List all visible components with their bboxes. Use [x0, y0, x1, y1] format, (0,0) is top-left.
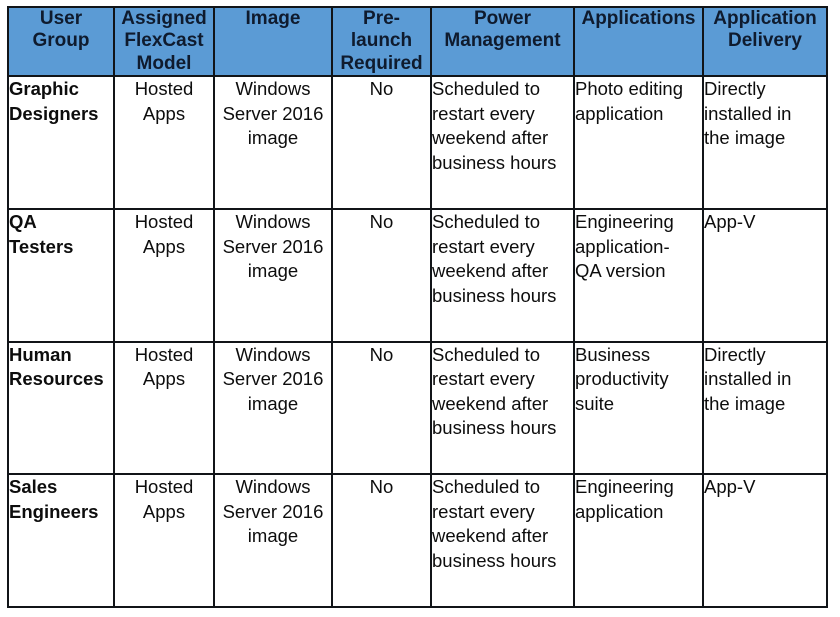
cell-applications: Engineering application- QA version: [573, 207, 704, 343]
cell-power-management-text: Scheduled to restart every weekend after…: [432, 476, 557, 572]
cell-user-group: Sales Engineers: [7, 473, 115, 608]
table-row: Sales Engineers Hosted Apps Windows Serv…: [7, 473, 828, 608]
cell-application-delivery-text: App-V: [704, 210, 756, 232]
cell-image-text: Windows Server 2016 image: [222, 78, 324, 149]
cell-power-management: Scheduled to restart every weekend after…: [430, 340, 575, 476]
cell-application-delivery: App-V: [702, 473, 828, 608]
column-header-power-management: Power Management: [430, 5, 575, 78]
table-row: QA Testers Hosted Apps Windows Server 20…: [7, 207, 828, 343]
cell-prelaunch: No: [331, 473, 432, 608]
cell-applications-text: Engineering application- QA version: [575, 210, 674, 282]
cell-power-management: Scheduled to restart every weekend after…: [430, 75, 575, 210]
user-group-matrix-container: User Group Assigned FlexCast Model Image…: [7, 5, 828, 608]
cell-flexcast-model: Hosted Apps: [113, 340, 215, 476]
cell-application-delivery: Directly installed in the image: [702, 75, 828, 210]
column-header-pre-launch-required: Pre- launch Required: [331, 5, 432, 78]
cell-power-management-text: Scheduled to restart every weekend after…: [432, 210, 557, 306]
table-header-row: User Group Assigned FlexCast Model Image…: [7, 5, 828, 78]
cell-image: Windows Server 2016 image: [213, 207, 333, 343]
cell-application-delivery: App-V: [702, 207, 828, 343]
cell-prelaunch: No: [331, 207, 432, 343]
cell-application-delivery-text: Directly installed in the image: [704, 343, 792, 414]
cell-power-management-text: Scheduled to restart every weekend after…: [432, 78, 557, 173]
column-header-user-group-label: User Group: [32, 8, 90, 52]
cell-applications-text: Engineering application: [575, 476, 674, 522]
user-group-configuration-table: User Group Assigned FlexCast Model Image…: [7, 5, 828, 608]
cell-power-management: Scheduled to restart every weekend after…: [430, 207, 575, 343]
cell-prelaunch-text: No: [369, 343, 394, 365]
cell-prelaunch-text: No: [369, 476, 394, 498]
cell-applications-text: Photo editing application: [575, 78, 684, 124]
table-row: Graphic Designers Hosted Apps Windows Se…: [7, 75, 828, 210]
column-header-image: Image: [213, 5, 333, 78]
cell-flexcast-model: Hosted Apps: [113, 75, 215, 210]
cell-image: Windows Server 2016 image: [213, 340, 333, 476]
cell-prelaunch: No: [331, 75, 432, 210]
cell-flexcast-model: Hosted Apps: [113, 473, 215, 608]
cell-flexcast-model-text: Hosted Apps: [134, 210, 194, 257]
cell-user-group: QA Testers: [7, 207, 115, 343]
cell-power-management: Scheduled to restart every weekend after…: [430, 473, 575, 608]
cell-user-group: Graphic Designers: [7, 75, 115, 210]
cell-flexcast-model: Hosted Apps: [113, 207, 215, 343]
cell-image-text: Windows Server 2016 image: [222, 476, 324, 547]
column-header-application-delivery-label: Application Delivery: [713, 8, 817, 52]
cell-image-text: Windows Server 2016 image: [222, 210, 324, 282]
cell-user-group-text: Sales Engineers: [9, 476, 99, 522]
cell-applications: Business productivity suite: [573, 340, 704, 476]
cell-image-text: Windows Server 2016 image: [222, 343, 324, 414]
cell-prelaunch-text: No: [369, 210, 394, 232]
cell-flexcast-model-text: Hosted Apps: [134, 78, 194, 124]
cell-application-delivery-text: Directly installed in the image: [704, 78, 792, 149]
cell-flexcast-model-text: Hosted Apps: [134, 343, 194, 390]
cell-applications: Engineering application: [573, 473, 704, 608]
cell-user-group-text: Human Resources: [9, 343, 104, 390]
cell-prelaunch-text: No: [369, 78, 394, 100]
cell-user-group-text: Graphic Designers: [9, 78, 99, 124]
cell-flexcast-model-text: Hosted Apps: [134, 476, 194, 522]
column-header-application-delivery: Application Delivery: [702, 5, 828, 78]
column-header-applications-label: Applications: [581, 8, 696, 29]
cell-user-group-text: QA Testers: [9, 210, 74, 257]
cell-image: Windows Server 2016 image: [213, 473, 333, 608]
cell-applications: Photo editing application: [573, 75, 704, 210]
cell-application-delivery-text: App-V: [704, 476, 756, 498]
column-header-user-group: User Group: [7, 5, 115, 78]
column-header-assigned-flexcast-model: Assigned FlexCast Model: [113, 5, 215, 78]
table-header: User Group Assigned FlexCast Model Image…: [7, 5, 828, 78]
cell-power-management-text: Scheduled to restart every weekend after…: [432, 343, 557, 439]
cell-prelaunch: No: [331, 340, 432, 476]
cell-application-delivery: Directly installed in the image: [702, 340, 828, 476]
column-header-applications: Applications: [573, 5, 704, 78]
cell-user-group: Human Resources: [7, 340, 115, 476]
column-header-power-management-label: Power Management: [444, 8, 561, 52]
column-header-pre-launch-required-label: Pre- launch Required: [340, 8, 423, 74]
table-body: Graphic Designers Hosted Apps Windows Se…: [7, 75, 828, 608]
table-row: Human Resources Hosted Apps Windows Serv…: [7, 340, 828, 476]
column-header-image-label: Image: [245, 8, 301, 29]
cell-image: Windows Server 2016 image: [213, 75, 333, 210]
cell-applications-text: Business productivity suite: [575, 343, 669, 414]
column-header-assigned-flexcast-model-label: Assigned FlexCast Model: [121, 8, 207, 74]
